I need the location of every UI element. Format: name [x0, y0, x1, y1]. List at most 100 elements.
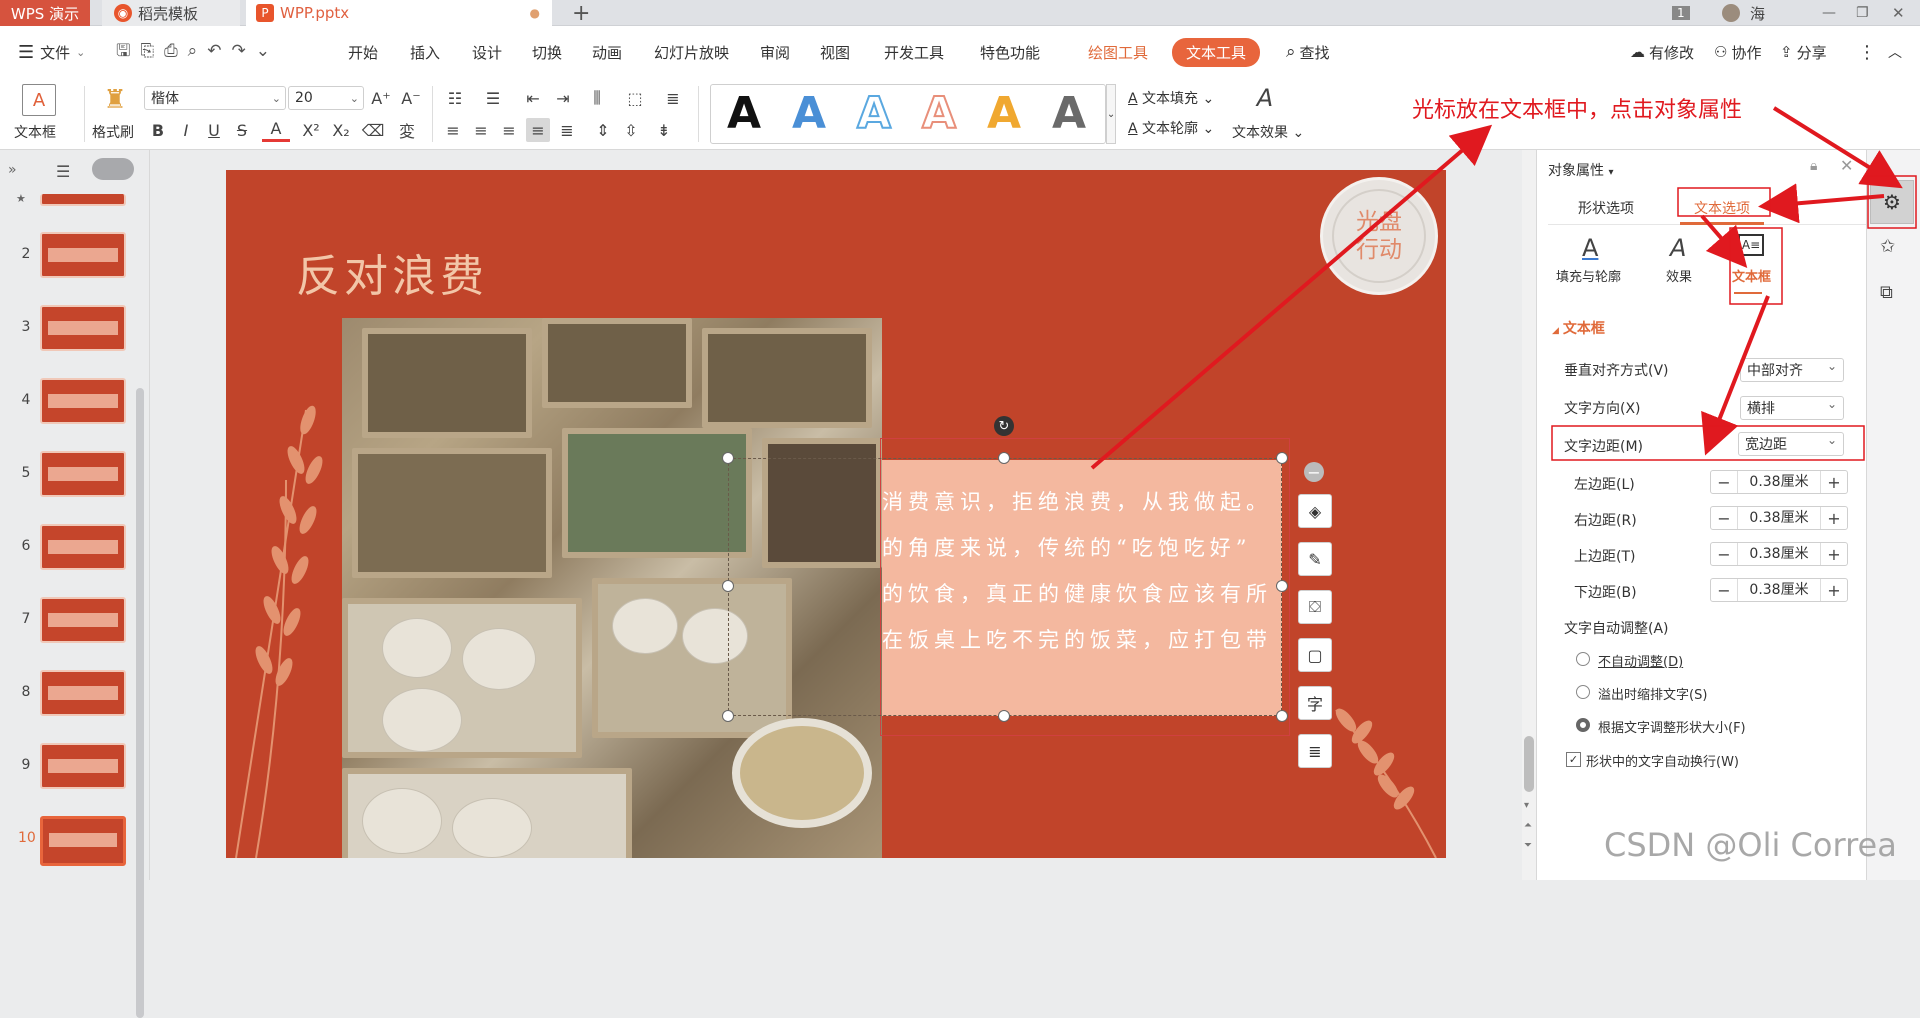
- bottom-margin-stepper[interactable]: −0.38厘米 +: [1710, 578, 1848, 602]
- text-style-preset[interactable]: A: [721, 91, 767, 137]
- quick-access-toolbar[interactable]: 🖫⎘⎙⌕↶↷⌄: [116, 26, 280, 78]
- increase-font-icon[interactable]: A⁺: [370, 86, 392, 110]
- panel-title[interactable]: 对象属性 ▾: [1548, 160, 1613, 180]
- underline-icon[interactable]: U: [204, 118, 224, 142]
- menu-home[interactable]: 开始: [348, 26, 378, 78]
- section-header-textbox[interactable]: ◢ 文本框: [1552, 318, 1605, 338]
- slide-thumbnail[interactable]: [40, 743, 126, 789]
- lock-icon[interactable]: 🔒︎: [1810, 158, 1817, 174]
- layers-icon[interactable]: ◈: [1298, 494, 1332, 528]
- resize-handle[interactable]: [998, 452, 1010, 464]
- autofit-shrink-radio[interactable]: [1576, 685, 1590, 699]
- menu-developer[interactable]: 开发工具: [884, 26, 944, 78]
- change-case-icon[interactable]: 変: [394, 118, 420, 142]
- wrap-text-checkbox[interactable]: ✓: [1566, 752, 1581, 767]
- menu-review[interactable]: 审阅: [760, 26, 790, 78]
- resize-handle[interactable]: [1276, 710, 1288, 722]
- minus-icon[interactable]: −: [1711, 507, 1737, 529]
- text-style-preset[interactable]: A: [786, 91, 832, 137]
- superscript-icon[interactable]: X²: [300, 118, 322, 142]
- slide-thumbnail[interactable]: [40, 378, 126, 424]
- decrease-indent-icon[interactable]: ⇤: [520, 86, 546, 110]
- scroll-down-icon[interactable]: ▾: [1524, 800, 1529, 811]
- minus-icon[interactable]: −: [1711, 543, 1737, 565]
- font-name-select[interactable]: 楷体 ⌄: [144, 86, 286, 110]
- resize-handle[interactable]: [722, 452, 734, 464]
- decrease-font-icon[interactable]: A⁻: [400, 86, 422, 110]
- share-button[interactable]: ⇪ 分享: [1780, 26, 1827, 78]
- align-left-icon[interactable]: ≡: [442, 118, 464, 142]
- textbox-button-label[interactable]: 文本框: [14, 122, 56, 142]
- clear-format-icon[interactable]: ⌫: [362, 118, 385, 142]
- autofit-none-radio[interactable]: [1576, 652, 1590, 666]
- text-style-preset[interactable]: A: [851, 90, 897, 138]
- text-outline-button[interactable]: A 文本轮廓 ⌄: [1128, 118, 1214, 138]
- tab-shape-options[interactable]: 形状选项: [1578, 198, 1634, 218]
- textbox-line-3[interactable]: 的饮食，真正的健康饮食应该有所: [882, 578, 1282, 608]
- numbered-list-icon[interactable]: ☰: [480, 86, 506, 110]
- resize-handle[interactable]: [722, 580, 734, 592]
- left-margin-stepper[interactable]: −0.38厘米 +: [1710, 470, 1848, 494]
- textbox-line-1[interactable]: 消费意识，拒绝浪费，从我做起。: [882, 486, 1282, 516]
- autofit-shrink-label[interactable]: 溢出时缩排文字(S): [1598, 684, 1707, 703]
- text-fill-quick-icon[interactable]: 字: [1298, 686, 1332, 720]
- menu-animation[interactable]: 动画: [592, 26, 622, 78]
- close-window-button[interactable]: ✕: [1892, 0, 1905, 26]
- text-margin-select[interactable]: 宽边距: [1738, 432, 1844, 456]
- align-right-icon[interactable]: ≡: [498, 118, 520, 142]
- menu-text-tools[interactable]: 文本工具: [1172, 26, 1261, 78]
- resize-handle[interactable]: [1276, 452, 1288, 464]
- increase-indent-icon[interactable]: ⇥: [550, 86, 576, 110]
- format-painter-icon[interactable]: ♜: [98, 84, 132, 116]
- align-center-icon[interactable]: ≡: [470, 118, 492, 142]
- justify-icon[interactable]: ≡: [526, 118, 550, 142]
- fill-outline-icon[interactable]: A: [1582, 234, 1598, 262]
- text-direction-icon[interactable]: ⬚: [622, 86, 648, 110]
- text-style-preset[interactable]: A: [981, 91, 1027, 137]
- object-properties-rail-icon[interactable]: ⚙: [1870, 180, 1914, 224]
- collaborate-button[interactable]: ⚇ 协作: [1714, 26, 1761, 78]
- slide-thumbnail[interactable]: [40, 816, 126, 866]
- line-spacing-icon[interactable]: ≣: [660, 86, 686, 110]
- expand-panel-icon[interactable]: »: [8, 162, 17, 178]
- search-button[interactable]: ⌕ 查找: [1286, 26, 1330, 78]
- outline-frame-icon[interactable]: ▢: [1298, 638, 1332, 672]
- menu-view[interactable]: 视图: [820, 26, 850, 78]
- slide-scrollbar-thumb[interactable]: [1524, 736, 1534, 792]
- autofit-resize-label[interactable]: 根据文字调整形状大小(F): [1598, 717, 1746, 736]
- spacing-after-icon[interactable]: ⇟: [650, 118, 678, 142]
- plus-icon[interactable]: +: [1821, 579, 1847, 601]
- distribute-icon[interactable]: ≣: [556, 118, 578, 142]
- slide-thumbnail-1[interactable]: [40, 194, 126, 206]
- text-effect-label[interactable]: 文本效果 ⌄: [1232, 122, 1304, 142]
- font-size-select[interactable]: 20 ⌄: [288, 86, 364, 110]
- effects-icon[interactable]: A: [1670, 234, 1686, 262]
- paragraph-spacing-icon[interactable]: ⇕: [592, 118, 614, 142]
- top-margin-stepper[interactable]: −0.38厘米 +: [1710, 542, 1848, 566]
- right-margin-stepper[interactable]: −0.38厘米 +: [1710, 506, 1848, 530]
- pen-icon[interactable]: ✎: [1298, 542, 1332, 576]
- text-style-gallery[interactable]: AAAAAA: [710, 84, 1106, 144]
- minimize-button[interactable]: —: [1822, 0, 1836, 26]
- text-format-icon[interactable]: ≣: [1298, 734, 1332, 768]
- plus-icon[interactable]: +: [1821, 507, 1847, 529]
- font-color-icon[interactable]: A: [262, 118, 290, 142]
- resize-handle[interactable]: [998, 710, 1010, 722]
- tab-file[interactable]: P WPP.pptx ●: [246, 0, 552, 26]
- bullet-list-icon[interactable]: ☷: [442, 86, 468, 110]
- subtab-fill-outline[interactable]: 填充与轮廓: [1556, 266, 1621, 285]
- fill-bucket-icon[interactable]: ⛋: [1298, 590, 1332, 624]
- subscript-icon[interactable]: X₂: [330, 118, 352, 142]
- menu-special[interactable]: 特色功能: [980, 26, 1040, 78]
- rotate-handle-icon[interactable]: ↻: [994, 416, 1014, 436]
- format-painter-label[interactable]: 格式刷: [92, 122, 134, 142]
- user-avatar[interactable]: 海: [1722, 0, 1765, 26]
- plus-icon[interactable]: +: [1821, 543, 1847, 565]
- collapse-ribbon-icon[interactable]: ︿: [1888, 26, 1902, 78]
- file-menu[interactable]: ☰ 文件 ⌄: [18, 26, 85, 78]
- slide-thumbnail[interactable]: [40, 524, 126, 570]
- bold-icon[interactable]: B: [148, 118, 168, 142]
- subtab-textbox[interactable]: 文本框: [1732, 266, 1771, 285]
- slide-thumbnail[interactable]: [40, 451, 126, 497]
- changes-button[interactable]: ☁ 有修改: [1630, 26, 1694, 78]
